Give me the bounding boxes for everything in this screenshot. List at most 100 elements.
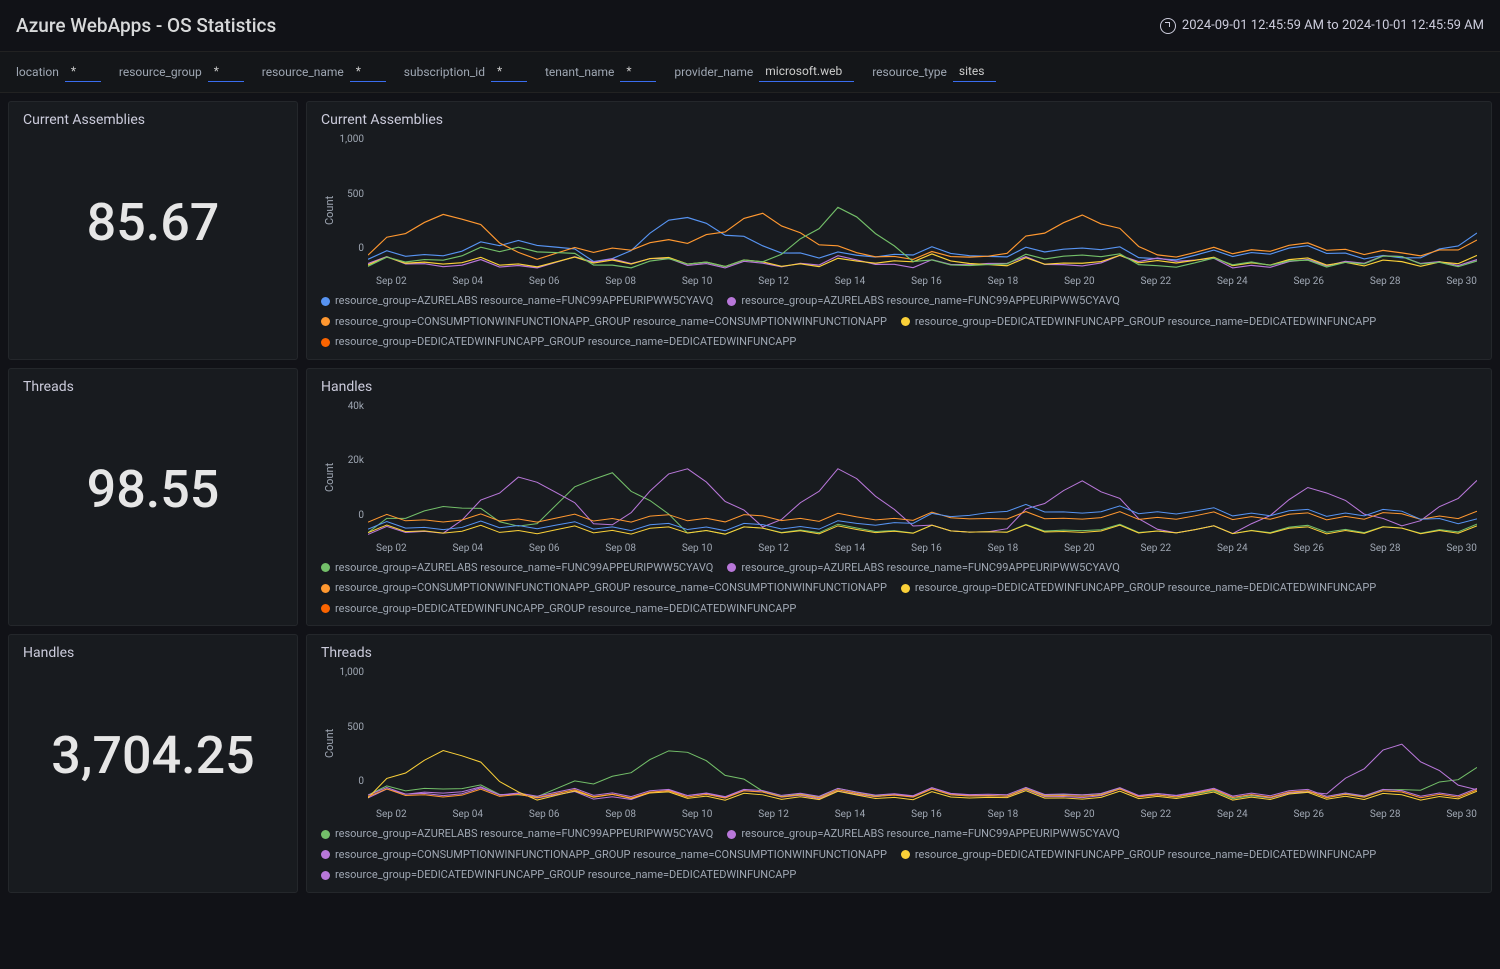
filter-label: resource_name [262,65,344,79]
legend-label: resource_group=AZURELABS resource_name=F… [335,826,713,843]
y-axis-label: Count [321,667,336,820]
filter-value[interactable]: * [491,62,527,82]
legend-label: resource_group=DEDICATEDWINFUNCAPP_GROUP… [335,601,796,618]
filter-resource_name[interactable]: resource_name * [262,62,386,82]
legend-label: resource_group=DEDICATEDWINFUNCAPP_GROUP… [915,847,1376,864]
line-chart [368,667,1477,807]
dashboard-header: Azure WebApps - OS Statistics 2024-09-01… [0,0,1500,52]
legend-label: resource_group=DEDICATEDWINFUNCAPP_GROUP… [915,314,1376,331]
legend-item[interactable]: resource_group=DEDICATEDWINFUNCAPP_GROUP… [901,847,1376,864]
legend-label: resource_group=CONSUMPTIONWINFUNCTIONAPP… [335,847,887,864]
legend-item[interactable]: resource_group=AZURELABS resource_name=F… [727,826,1119,843]
legend-label: resource_group=CONSUMPTIONWINFUNCTIONAPP… [335,314,887,331]
panel-threads-chart[interactable]: Threads Count 1,0005000 Sep 02Sep 04Sep … [306,634,1492,893]
legend-item[interactable]: resource_group=AZURELABS resource_name=F… [321,560,713,577]
legend-swatch [321,563,330,572]
x-ticks: Sep 02Sep 04Sep 06Sep 08Sep 10Sep 12Sep … [376,276,1477,287]
filter-subscription_id[interactable]: subscription_id * [404,62,527,82]
legend-swatch [727,830,736,839]
legend-item[interactable]: resource_group=DEDICATEDWINFUNCAPP_GROUP… [321,334,796,351]
legend-swatch [321,584,330,593]
y-axis-label: Count [321,401,336,554]
panel-threads-stat[interactable]: Threads 98.55 [8,368,298,627]
legend-label: resource_group=DEDICATEDWINFUNCAPP_GROUP… [915,580,1376,597]
filter-value[interactable]: * [620,62,656,82]
legend-label: resource_group=DEDICATEDWINFUNCAPP_GROUP… [335,867,796,884]
filter-label: subscription_id [404,65,485,79]
chart-legend: resource_group=AZURELABS resource_name=F… [321,826,1477,884]
filter-location[interactable]: location * [16,62,101,82]
legend-item[interactable]: resource_group=DEDICATEDWINFUNCAPP_GROUP… [321,867,796,884]
filter-resource_group[interactable]: resource_group * [119,62,244,82]
stat-value: 85.67 [23,134,283,311]
legend-swatch [321,871,330,880]
legend-item[interactable]: resource_group=DEDICATEDWINFUNCAPP_GROUP… [901,580,1376,597]
filter-label: location [16,65,59,79]
filter-value[interactable]: * [65,62,101,82]
panel-title: Current Assemblies [321,112,1477,128]
legend-item[interactable]: resource_group=DEDICATEDWINFUNCAPP_GROUP… [901,314,1376,331]
filter-value[interactable]: * [208,62,244,82]
legend-label: resource_group=AZURELABS resource_name=F… [741,293,1119,310]
filter-value[interactable]: * [350,62,386,82]
filter-value[interactable]: sites [953,62,997,82]
filter-label: provider_name [674,65,753,79]
time-range-text: 2024-09-01 12:45:59 AM to 2024-10-01 12:… [1182,18,1484,33]
legend-item[interactable]: resource_group=AZURELABS resource_name=F… [727,560,1119,577]
legend-item[interactable]: resource_group=CONSUMPTIONWINFUNCTIONAPP… [321,580,887,597]
x-ticks: Sep 02Sep 04Sep 06Sep 08Sep 10Sep 12Sep … [376,809,1477,820]
page-title: Azure WebApps - OS Statistics [16,14,276,37]
legend-label: resource_group=AZURELABS resource_name=F… [335,293,713,310]
legend-item[interactable]: resource_group=AZURELABS resource_name=F… [321,293,713,310]
legend-swatch [901,584,910,593]
legend-swatch [901,317,910,326]
line-chart [368,134,1477,274]
legend-item[interactable]: resource_group=DEDICATEDWINFUNCAPP_GROUP… [321,601,796,618]
legend-label: resource_group=CONSUMPTIONWINFUNCTIONAPP… [335,580,887,597]
panel-title: Current Assemblies [23,112,283,128]
panel-title: Handles [321,379,1477,395]
legend-swatch [727,297,736,306]
stat-value: 3,704.25 [23,667,283,844]
panel-handles-stat[interactable]: Handles 3,704.25 [8,634,298,893]
panel-title: Threads [321,645,1477,661]
legend-swatch [321,297,330,306]
legend-swatch [727,563,736,572]
line-chart [368,401,1477,541]
variable-bar: location*resource_group*resource_name*su… [0,52,1500,93]
legend-item[interactable]: resource_group=AZURELABS resource_name=F… [727,293,1119,310]
filter-provider_name[interactable]: provider_name microsoft.web [674,62,854,82]
panel-handles-chart[interactable]: Handles Count 40k20k0 Sep 02Sep 04Sep 06… [306,368,1492,627]
y-ticks: 1,0005000 [336,134,368,254]
legend-swatch [321,604,330,613]
legend-swatch [321,317,330,326]
legend-item[interactable]: resource_group=AZURELABS resource_name=F… [321,826,713,843]
panel-current-assemblies-stat[interactable]: Current Assemblies 85.67 [8,101,298,360]
y-ticks: 40k20k0 [336,401,368,521]
filter-label: resource_type [872,65,947,79]
filter-label: tenant_name [545,65,614,79]
y-axis-label: Count [321,134,336,287]
panel-current-assemblies-chart[interactable]: Current Assemblies Count 1,0005000 Sep 0… [306,101,1492,360]
x-ticks: Sep 02Sep 04Sep 06Sep 08Sep 10Sep 12Sep … [376,543,1477,554]
y-ticks: 1,0005000 [336,667,368,787]
clock-icon [1160,18,1176,34]
time-picker[interactable]: 2024-09-01 12:45:59 AM to 2024-10-01 12:… [1160,18,1484,34]
filter-tenant_name[interactable]: tenant_name * [545,62,656,82]
chart-legend: resource_group=AZURELABS resource_name=F… [321,560,1477,618]
filter-value[interactable]: microsoft.web [759,62,854,82]
legend-swatch [321,850,330,859]
panel-title: Handles [23,645,283,661]
filter-label: resource_group [119,65,202,79]
legend-item[interactable]: resource_group=CONSUMPTIONWINFUNCTIONAPP… [321,314,887,331]
legend-item[interactable]: resource_group=CONSUMPTIONWINFUNCTIONAPP… [321,847,887,864]
stat-value: 98.55 [23,401,283,578]
legend-swatch [321,830,330,839]
legend-label: resource_group=AZURELABS resource_name=F… [335,560,713,577]
legend-swatch [321,338,330,347]
legend-swatch [901,850,910,859]
legend-label: resource_group=DEDICATEDWINFUNCAPP_GROUP… [335,334,796,351]
panel-title: Threads [23,379,283,395]
legend-label: resource_group=AZURELABS resource_name=F… [741,826,1119,843]
filter-resource_type[interactable]: resource_type sites [872,62,996,82]
